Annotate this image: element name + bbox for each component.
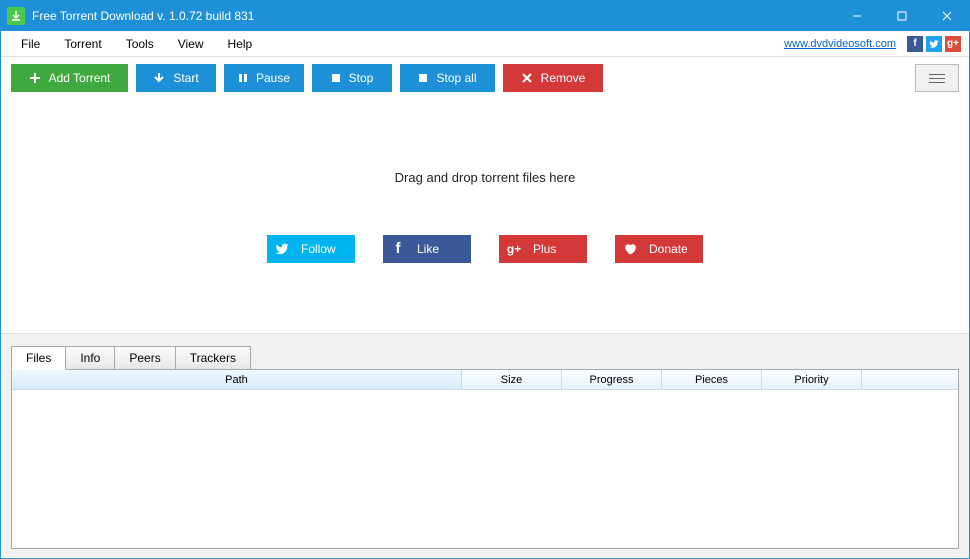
start-button[interactable]: Start — [136, 64, 216, 92]
twitter-icon — [267, 242, 297, 256]
stop-all-button[interactable]: Stop all — [400, 64, 495, 92]
follow-label: Follow — [297, 242, 355, 256]
grid-body — [12, 390, 958, 548]
details-tabs: Files Info Peers Trackers — [11, 346, 959, 370]
stop-button[interactable]: Stop — [312, 64, 392, 92]
toolbar: Add Torrent Start Pause Stop Stop all Re… — [1, 57, 969, 99]
googleplus-icon: g+ — [499, 242, 529, 256]
drop-area[interactable]: Drag and drop torrent files here Follow … — [1, 99, 969, 333]
remove-label: Remove — [541, 71, 586, 85]
tab-peers[interactable]: Peers — [114, 346, 175, 370]
column-pieces[interactable]: Pieces — [662, 370, 762, 389]
facebook-icon[interactable]: f — [907, 36, 923, 52]
add-torrent-label: Add Torrent — [49, 71, 111, 85]
menu-help[interactable]: Help — [216, 33, 265, 55]
column-path[interactable]: Path — [12, 370, 462, 389]
like-button[interactable]: f Like — [383, 235, 471, 263]
stop-label: Stop — [349, 71, 374, 85]
follow-button[interactable]: Follow — [267, 235, 355, 263]
column-priority[interactable]: Priority — [762, 370, 862, 389]
pause-button[interactable]: Pause — [224, 64, 304, 92]
drop-hint: Drag and drop torrent files here — [395, 170, 576, 185]
maximize-button[interactable] — [879, 1, 924, 31]
plus-button[interactable]: g+ Plus — [499, 235, 587, 263]
pause-label: Pause — [256, 71, 290, 85]
app-icon — [7, 7, 25, 25]
donate-label: Donate — [645, 242, 703, 256]
window-title: Free Torrent Download v. 1.0.72 build 83… — [32, 9, 834, 23]
titlebar: Free Torrent Download v. 1.0.72 build 83… — [1, 1, 969, 31]
social-row: Follow f Like g+ Plus Donate — [267, 235, 703, 263]
twitter-icon[interactable] — [926, 36, 942, 52]
column-spacer — [862, 370, 958, 389]
start-label: Start — [173, 71, 198, 85]
like-label: Like — [413, 242, 471, 256]
menu-tools[interactable]: Tools — [114, 33, 166, 55]
stop-all-label: Stop all — [436, 71, 476, 85]
tab-trackers[interactable]: Trackers — [175, 346, 251, 370]
menu-hamburger-button[interactable] — [915, 64, 959, 92]
facebook-icon: f — [383, 240, 413, 257]
minimize-button[interactable] — [834, 1, 879, 31]
menu-view[interactable]: View — [166, 33, 216, 55]
stop-icon — [331, 73, 341, 83]
site-link[interactable]: www.dvdvideosoft.com — [784, 38, 896, 50]
menubar: File Torrent Tools View Help www.dvdvide… — [1, 31, 969, 57]
donate-button[interactable]: Donate — [615, 235, 703, 263]
menu-torrent[interactable]: Torrent — [52, 33, 113, 55]
remove-icon — [521, 72, 533, 84]
googleplus-icon[interactable]: g+ — [945, 36, 961, 52]
stop-icon — [418, 73, 428, 83]
download-arrow-icon — [153, 72, 165, 84]
files-grid: Path Size Progress Pieces Priority — [11, 369, 959, 549]
column-progress[interactable]: Progress — [562, 370, 662, 389]
add-torrent-button[interactable]: Add Torrent — [11, 64, 128, 92]
grid-header: Path Size Progress Pieces Priority — [12, 370, 958, 390]
tab-files[interactable]: Files — [11, 346, 66, 370]
column-size[interactable]: Size — [462, 370, 562, 389]
menu-file[interactable]: File — [9, 33, 52, 55]
plus-icon — [29, 72, 41, 84]
tab-info[interactable]: Info — [65, 346, 115, 370]
plus-label: Plus — [529, 242, 587, 256]
heart-icon — [615, 242, 645, 256]
pause-icon — [238, 73, 248, 83]
close-button[interactable] — [924, 1, 969, 31]
remove-button[interactable]: Remove — [503, 64, 603, 92]
details-panel: Files Info Peers Trackers Path Size Prog… — [1, 333, 969, 557]
